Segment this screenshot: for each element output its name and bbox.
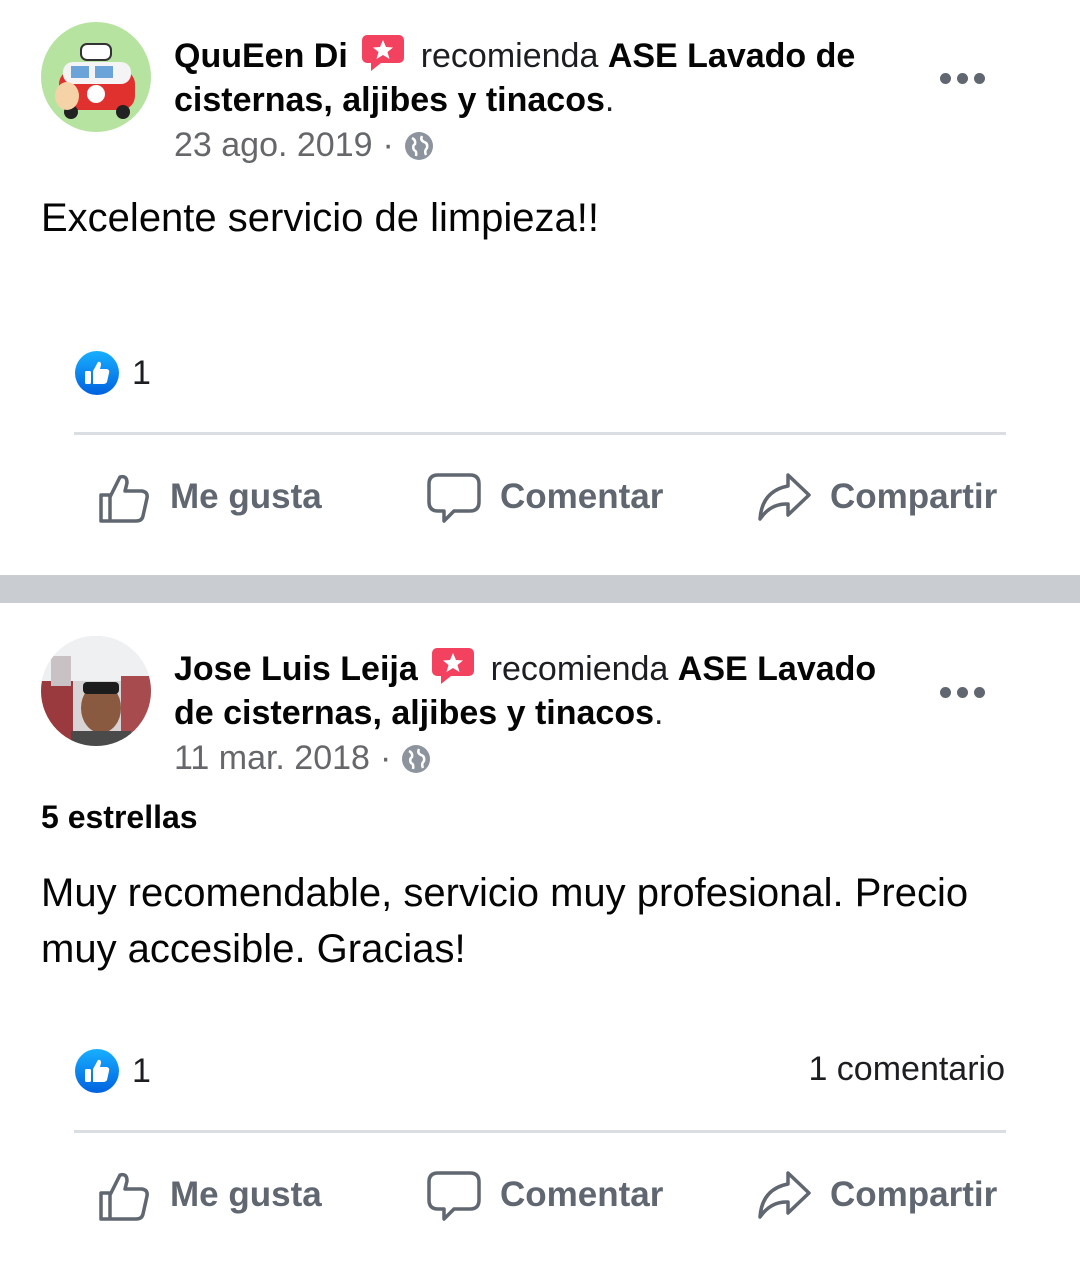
meta-separator: · xyxy=(379,739,392,777)
period: . xyxy=(604,81,615,119)
thumbs-up-outline-icon xyxy=(99,1172,149,1221)
share-arrow-icon xyxy=(758,473,811,521)
avatar[interactable] xyxy=(41,22,151,132)
more-dot xyxy=(957,72,968,84)
post-date[interactable]: 23 ago. 2019 xyxy=(174,126,373,165)
review-post: QuuEen Di recomienda ASE Lavado de ciste… xyxy=(0,0,1080,575)
post-date[interactable]: 11 mar. 2018 xyxy=(174,739,370,778)
share-button[interactable]: Compartir xyxy=(756,1160,997,1230)
period: . xyxy=(654,694,664,732)
like-button[interactable]: Me gusta xyxy=(96,462,322,532)
share-arrow-icon xyxy=(758,1171,811,1219)
divider xyxy=(74,1130,1006,1133)
like-count: 1 xyxy=(132,1051,151,1090)
recommend-star-bubble-icon xyxy=(432,648,475,684)
review-text: Muy recomendable, servicio muy profesion… xyxy=(41,871,969,971)
star-rating: 5 estrellas xyxy=(41,799,198,835)
share-label: Compartir xyxy=(830,477,998,516)
more-dots-icon xyxy=(940,72,951,84)
globe-icon xyxy=(402,744,431,773)
recommend-text: recomienda xyxy=(420,37,599,75)
more-options-button[interactable] xyxy=(940,68,988,88)
share-button[interactable]: Compartir xyxy=(756,462,997,532)
speech-bubble-icon xyxy=(427,473,481,523)
post-meta: 23 ago. 2019 · xyxy=(174,126,434,165)
like-count: 1 xyxy=(132,353,151,392)
more-dot xyxy=(957,686,968,698)
review-post: Jose Luis Leija recomienda ASE Lavado de… xyxy=(0,603,1080,1265)
share-label: Compartir xyxy=(830,1175,998,1214)
feed-separator xyxy=(0,575,1080,603)
post-meta: 11 mar. 2018 · xyxy=(174,739,431,778)
thumbs-up-badge-icon xyxy=(75,1049,119,1093)
author-name[interactable]: Jose Luis Leija xyxy=(174,650,418,688)
post-header: Jose Luis Leija recomienda ASE Lavado de… xyxy=(174,646,894,735)
comment-count-link[interactable]: 1 comentario xyxy=(808,1050,1005,1089)
review-text: Excelente servicio de limpieza!! xyxy=(41,196,600,240)
more-dot xyxy=(974,72,985,84)
like-label: Me gusta xyxy=(170,477,322,516)
speech-bubble-icon xyxy=(427,1171,481,1221)
action-bar: Me gusta Comentar Compartir xyxy=(0,1160,1080,1230)
thumbs-up-outline-icon xyxy=(99,474,149,523)
avatar[interactable] xyxy=(41,636,151,746)
reaction-summary[interactable]: 1 xyxy=(74,1048,151,1094)
comment-button[interactable]: Comentar xyxy=(426,1160,663,1230)
comment-label: Comentar xyxy=(500,1175,664,1214)
thumbs-up-badge-icon xyxy=(75,351,119,395)
more-dots-icon xyxy=(940,686,951,698)
like-label: Me gusta xyxy=(170,1175,322,1214)
reaction-summary[interactable]: 1 xyxy=(74,350,151,396)
recommend-text: recomienda xyxy=(490,650,669,688)
post-header: QuuEen Di recomienda ASE Lavado de ciste… xyxy=(174,33,894,122)
divider xyxy=(74,432,1006,435)
globe-icon xyxy=(404,131,433,160)
comment-label: Comentar xyxy=(500,477,664,516)
more-options-button[interactable] xyxy=(940,682,988,702)
like-button[interactable]: Me gusta xyxy=(96,1160,322,1230)
meta-separator: · xyxy=(382,126,394,164)
action-bar: Me gusta Comentar Compartir xyxy=(0,462,1080,532)
author-name[interactable]: QuuEen Di xyxy=(174,37,348,75)
recommend-star-bubble-icon xyxy=(362,35,405,71)
comment-button[interactable]: Comentar xyxy=(426,462,663,532)
more-dot xyxy=(974,686,985,698)
